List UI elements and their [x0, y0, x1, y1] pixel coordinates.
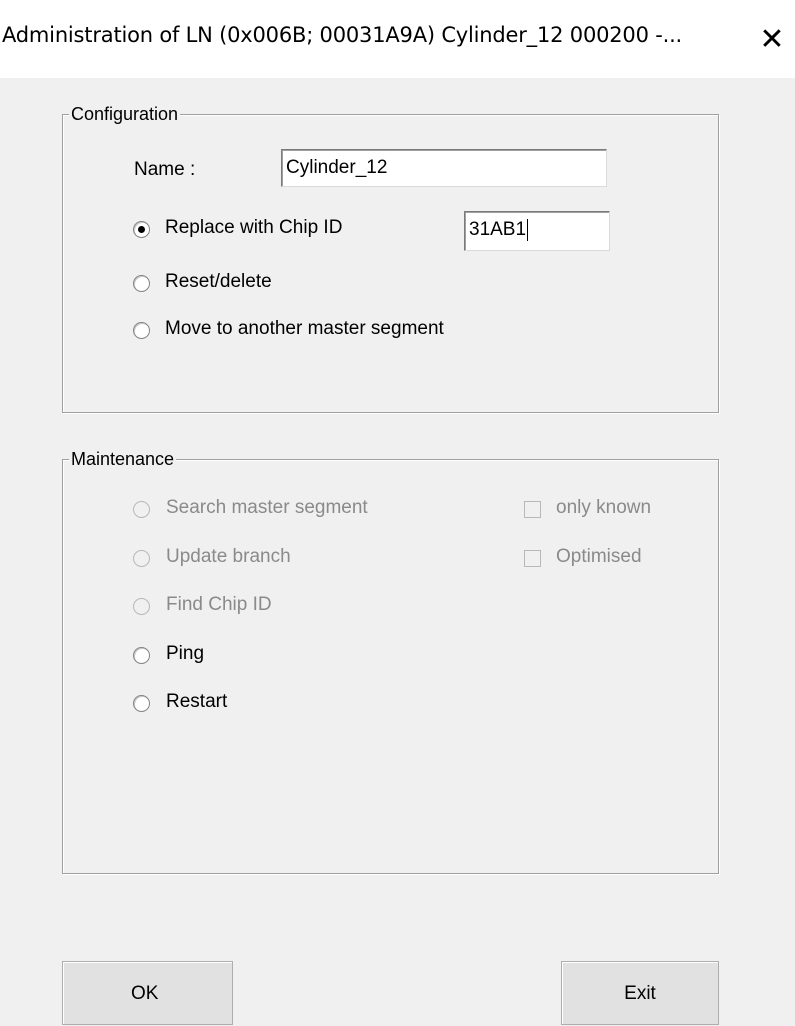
name-label: Name :: [134, 159, 196, 180]
chip-id-input[interactable]: 31AB1: [464, 211, 610, 251]
window-title: Administration of LN (0x006B; 00031A9A) …: [2, 23, 683, 47]
ok-button[interactable]: OK: [62, 961, 233, 1025]
radio-move-master-segment-label: Move to another master segment: [165, 318, 444, 339]
radio-replace-chip-id[interactable]: [133, 221, 150, 238]
radio-search-master-segment-label: Search master segment: [166, 497, 368, 518]
close-icon[interactable]: ✕: [749, 0, 795, 78]
ok-button-label: OK: [131, 983, 159, 1004]
maintenance-legend: Maintenance: [69, 448, 177, 470]
text-caret: [527, 218, 529, 241]
radio-find-chip-id[interactable]: [133, 598, 150, 615]
radio-replace-chip-id-label: Replace with Chip ID: [165, 217, 343, 238]
name-input[interactable]: Cylinder_12: [281, 149, 607, 187]
radio-reset-delete[interactable]: [133, 275, 150, 292]
checkbox-optimised-label: Optimised: [556, 546, 642, 567]
checkbox-optimised[interactable]: [524, 550, 541, 567]
title-bar: Administration of LN (0x006B; 00031A9A) …: [0, 0, 795, 78]
chip-id-value: 31AB1: [469, 219, 527, 240]
checkbox-only-known-label: only known: [556, 497, 652, 518]
radio-update-branch-label: Update branch: [166, 546, 291, 567]
radio-move-master-segment[interactable]: [133, 322, 150, 339]
radio-find-chip-id-label: Find Chip ID: [166, 594, 272, 615]
maintenance-group: Maintenance: [62, 448, 719, 874]
radio-search-master-segment[interactable]: [133, 501, 150, 518]
exit-button[interactable]: Exit: [561, 961, 719, 1025]
radio-update-branch[interactable]: [133, 550, 150, 567]
radio-reset-delete-label: Reset/delete: [165, 271, 272, 292]
exit-button-label: Exit: [624, 983, 656, 1004]
radio-ping-label: Ping: [166, 643, 205, 664]
configuration-legend: Configuration: [69, 103, 181, 125]
radio-restart[interactable]: [133, 695, 150, 712]
radio-ping[interactable]: [133, 647, 150, 664]
radio-restart-label: Restart: [166, 691, 228, 712]
checkbox-only-known[interactable]: [524, 501, 541, 518]
